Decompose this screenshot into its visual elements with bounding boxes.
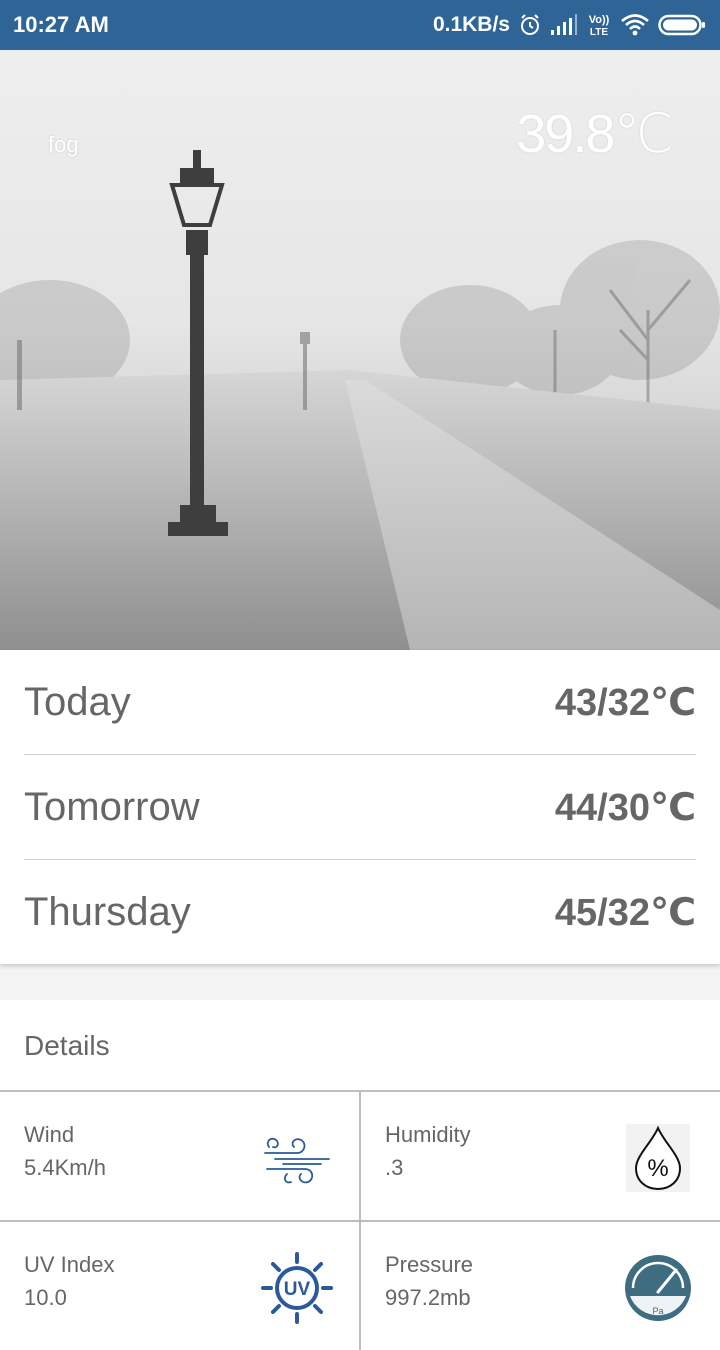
weather-hero-image: fog 39.8℃ (0, 50, 720, 650)
wind-icon (264, 1137, 330, 1184)
humidity-icon: % (626, 1124, 690, 1192)
detail-pressure: Pressure 997.2mb Pa (361, 1222, 720, 1350)
forecast-temp: 44/30℃ (554, 787, 696, 829)
details-card: Details Wind 5.4Km/h Humidity .3 % UV In… (0, 1000, 720, 1350)
signal-icon (550, 14, 578, 36)
volte-bottom-text: LTE (590, 27, 608, 38)
humidity-value: .3 (385, 1155, 404, 1180)
uv-value: 10.0 (24, 1285, 67, 1310)
uv-icon-text: UV (284, 1279, 311, 1300)
humidity-label: Humidity (385, 1122, 471, 1147)
forecast-day: Tomorrow (24, 785, 200, 829)
detail-humidity: Humidity .3 % (361, 1092, 720, 1220)
status-indicators: 0.1KB/s Vo)) LTE (433, 9, 706, 41)
wind-value: 5.4Km/h (24, 1155, 106, 1180)
forecast-row[interactable]: Tomorrow 44/30℃ (24, 755, 696, 860)
humidity-icon-text: % (647, 1155, 668, 1182)
forecast-row[interactable]: Thursday 45/32℃ (24, 860, 696, 965)
pressure-value: 997.2mb (385, 1285, 471, 1310)
network-speed: 0.1KB/s (432, 13, 510, 36)
pressure-label: Pressure (385, 1252, 474, 1277)
detail-uv-index: UV Index 10.0 UV (0, 1222, 359, 1350)
pressure-gauge-icon: Pa (625, 1255, 691, 1321)
current-temperature: 39.8℃ (516, 104, 674, 164)
forecast-temp: 43/32℃ (554, 682, 696, 724)
forecast-card: Today 43/32℃ Tomorrow 44/30℃ Thursday 45… (0, 650, 720, 964)
forecast-day: Thursday (24, 890, 191, 934)
volte-top-text: Vo)) (589, 14, 610, 26)
uv-icon: UV (261, 1252, 333, 1324)
forecast-temp: 45/32℃ (554, 892, 696, 934)
details-title: Details (24, 1030, 110, 1061)
wifi-icon (620, 13, 650, 37)
volte-icon: Vo)) LTE (586, 12, 612, 38)
wind-label: Wind (24, 1122, 75, 1147)
current-condition: fog (48, 132, 79, 157)
pressure-icon-text: Pa (652, 1306, 663, 1316)
detail-wind: Wind 5.4Km/h (0, 1092, 359, 1220)
uv-label: UV Index (24, 1252, 115, 1277)
alarm-icon (518, 13, 542, 37)
forecast-day: Today (24, 680, 131, 724)
battery-icon (658, 13, 706, 37)
status-time: 10:27 AM (13, 12, 109, 37)
forecast-row[interactable]: Today 43/32℃ (24, 650, 696, 755)
status-bar: 10:27 AM 0.1KB/s Vo)) LTE (0, 0, 720, 50)
